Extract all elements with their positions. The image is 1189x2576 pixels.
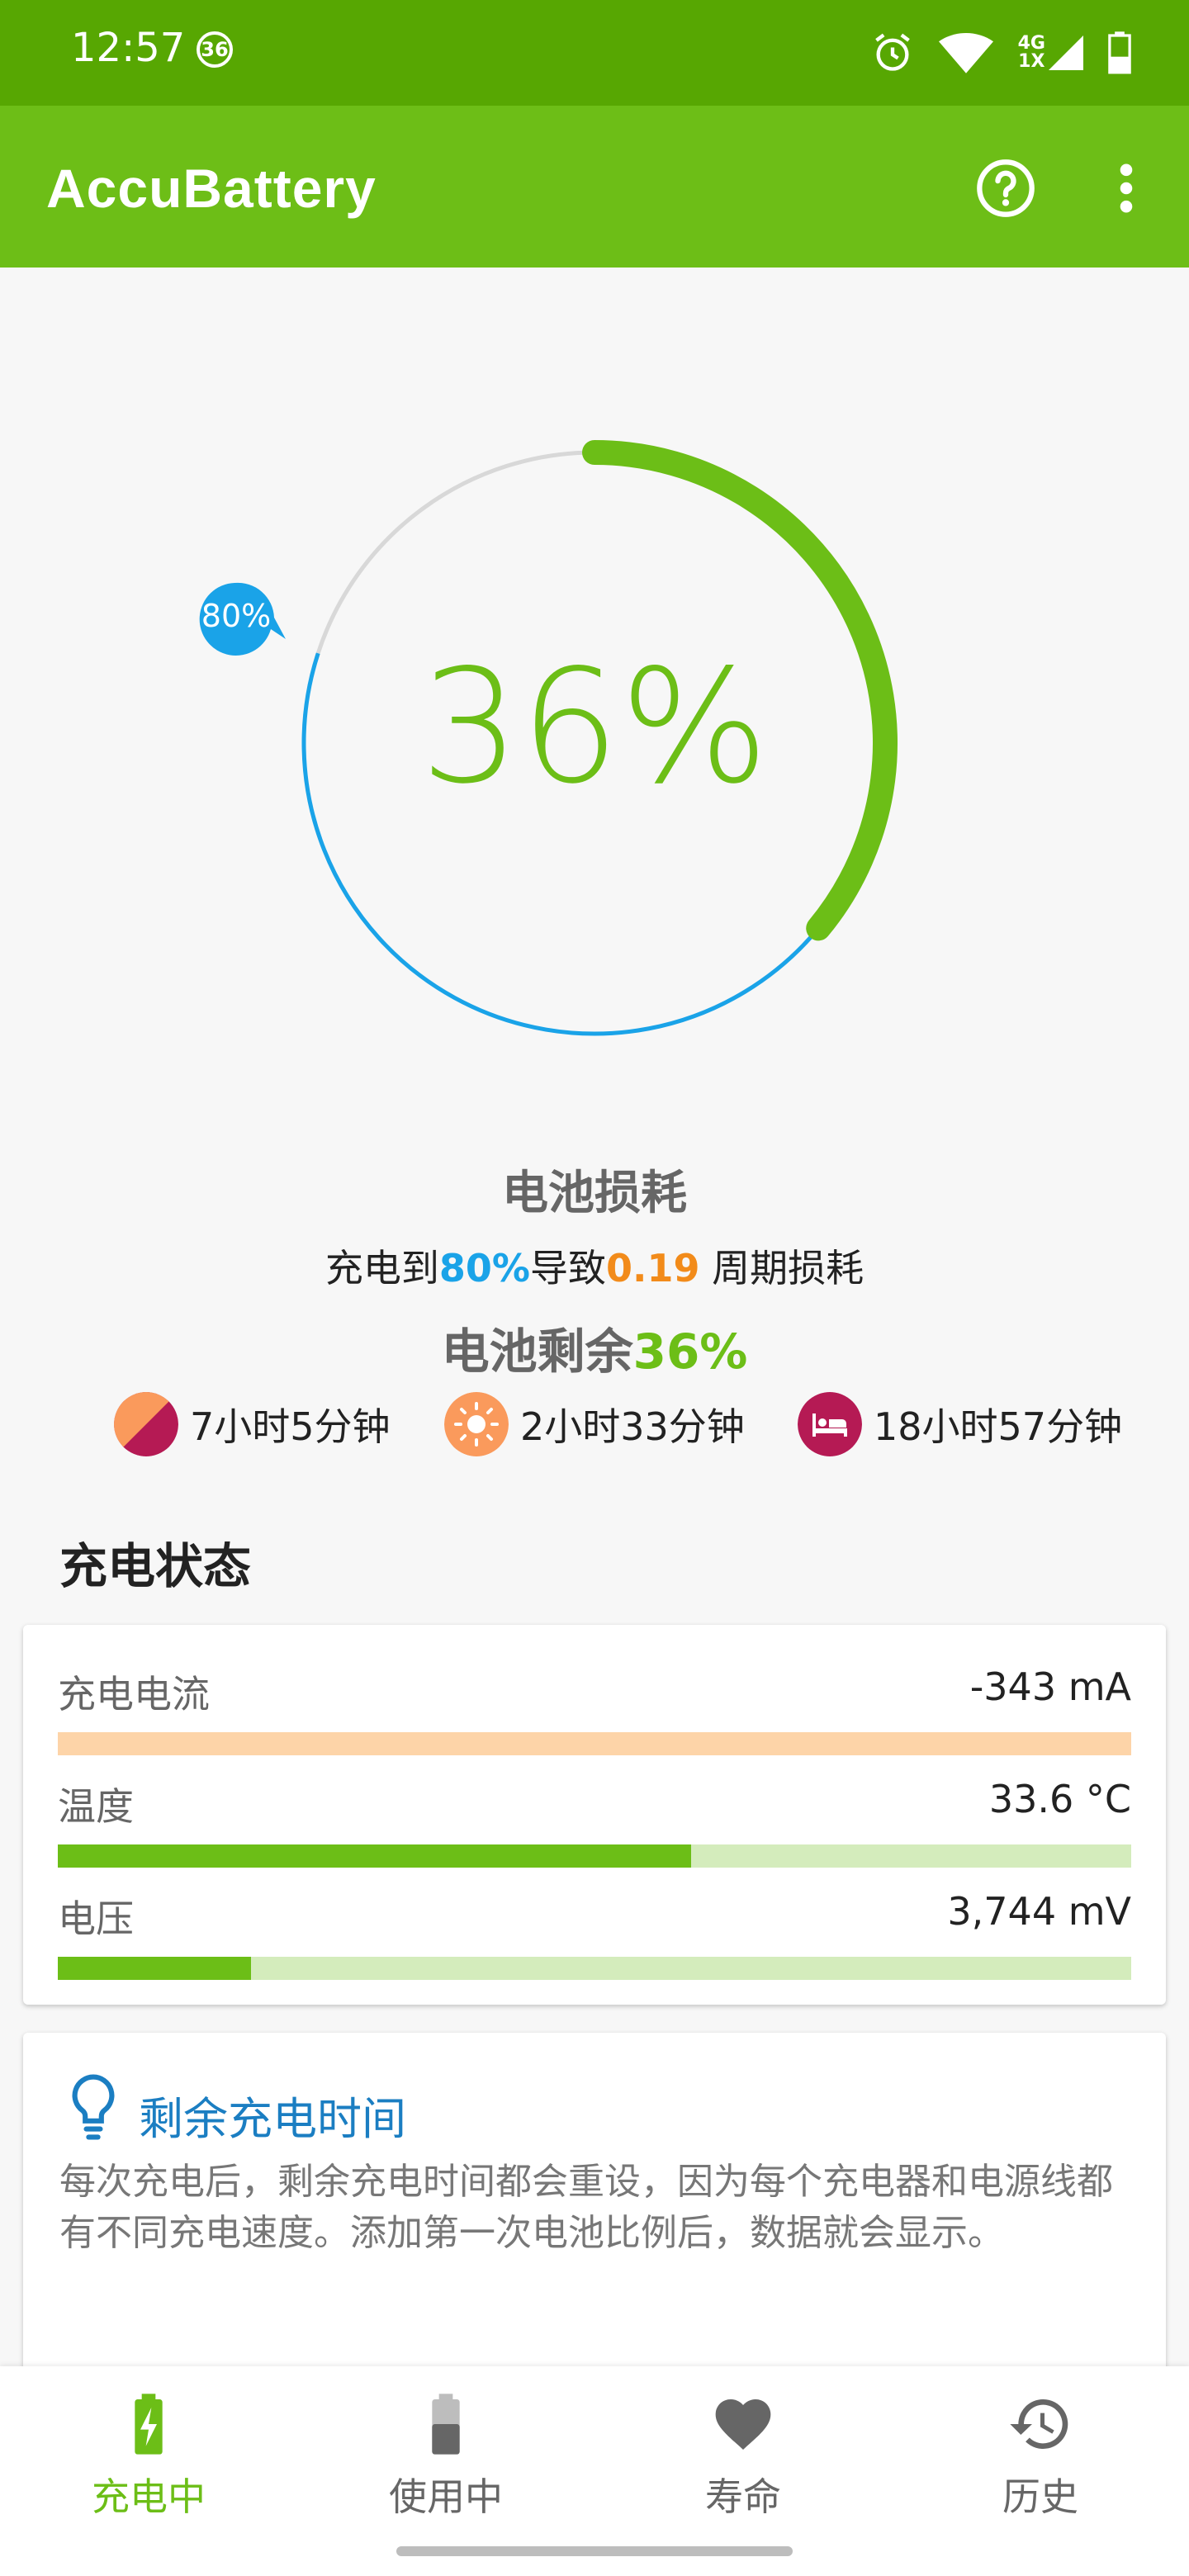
gauge-track-arc: [315, 450, 594, 655]
remaining-prefix: 电池剩余: [441, 1324, 633, 1380]
estimate-mixed[interactable]: 7小时5分钟: [114, 1392, 391, 1456]
battery-discharging-icon: [432, 2394, 460, 2455]
nav-discharging-label: 使用中: [389, 2474, 503, 2519]
tip-title: 剩余充电时间: [139, 2093, 406, 2145]
estimate-screen-on-label: 2小时33分钟: [520, 1404, 745, 1449]
app-title: AccuBattery: [46, 158, 377, 219]
status-time: 12:57: [71, 25, 186, 71]
sleep-bed-icon: [798, 1392, 862, 1456]
remaining-line: 电池剩余36%: [0, 1313, 1189, 1382]
charge-status-card: 充电电流 -343 mA 温度 33.6 °C 电压 3,744 mV: [23, 1625, 1166, 2005]
stat-row-temperature: 温度 33.6 °C: [58, 1777, 1131, 1876]
nav-charging-label: 充电中: [92, 2474, 206, 2519]
network-type-top: 4G: [1017, 33, 1045, 54]
network-type-bottom: 1X: [1018, 51, 1045, 72]
wear-desc-prefix: 充电到: [324, 1246, 439, 1290]
screen-on-icon: [444, 1392, 509, 1456]
screen-mixed-icon: [114, 1392, 178, 1456]
alarm-icon: [874, 33, 910, 71]
estimate-sleep[interactable]: 18小时57分钟: [798, 1392, 1122, 1456]
remaining-charge-time-card: 剩余充电时间 每次充电后，剩余充电时间都会重设，因为每个充电器和电源线都有不同充…: [23, 2033, 1166, 2379]
tip-text: 每次充电后，剩余充电时间都会重设，因为每个充电器和电源线都有不同充电速度。添加第…: [59, 2161, 1113, 2254]
stat-label-current: 充电电流: [58, 1672, 210, 1717]
remaining-percent: 36%: [632, 1324, 748, 1380]
wifi-icon: [938, 32, 993, 73]
stat-bar-temperature: [58, 1844, 1131, 1868]
battery-status-icon: [1108, 31, 1131, 74]
target-marker-label: 80%: [201, 598, 272, 634]
wear-target-value: 80%: [438, 1246, 530, 1290]
wear-description: 充电到80%导致0.19 周期损耗: [0, 1238, 1189, 1293]
estimates-row: 7小时5分钟 2小时33分钟 18小时57分钟: [0, 1392, 1189, 1461]
nav-discharging[interactable]: 使用中: [297, 2391, 594, 2522]
stat-bar-voltage: [58, 1957, 1131, 1980]
nav-history-label: 历史: [1002, 2474, 1078, 2519]
app-bar: AccuBattery: [0, 106, 1189, 268]
stat-bar-fill-temperature: [58, 1844, 691, 1868]
heart-icon: [715, 2399, 771, 2450]
stat-label-temperature: 温度: [58, 1784, 134, 1829]
history-icon: [1010, 2399, 1068, 2449]
nav-health[interactable]: 寿命: [594, 2391, 892, 2522]
bottom-navigation: 充电中 使用中 寿命 历史: [0, 2366, 1189, 2576]
stat-bar-current: [58, 1732, 1131, 1755]
estimate-sleep-label: 18小时57分钟: [874, 1404, 1123, 1449]
stat-label-voltage: 电压: [58, 1896, 134, 1941]
signal-icon: [1049, 36, 1083, 70]
more-vert-icon[interactable]: [1110, 157, 1143, 220]
stat-value-voltage: 3,744 mV: [947, 1889, 1131, 1934]
nav-charging[interactable]: 充电中: [0, 2391, 297, 2522]
charge-status-title: 充电状态: [59, 1538, 252, 1594]
wear-cycles-value: 0.19: [605, 1246, 700, 1290]
network-indicator: 4G 1X: [1018, 34, 1083, 72]
nav-history[interactable]: 历史: [892, 2391, 1189, 2522]
battery-charging-icon: [135, 2394, 163, 2455]
system-icons: 4G 1X: [871, 28, 1131, 78]
stat-row-voltage: 电压 3,744 mV: [58, 1889, 1131, 1988]
wear-title: 电池损耗: [502, 1167, 687, 1220]
lightbulb-icon: [72, 2074, 115, 2140]
stat-value-current: -343 mA: [969, 1664, 1131, 1709]
stat-value-temperature: 33.6 °C: [988, 1777, 1131, 1821]
notification-badge-icon: 36: [197, 31, 233, 68]
status-bar: 12:57 36 4G 1X: [0, 0, 1189, 106]
nav-health-label: 寿命: [705, 2474, 781, 2519]
stat-row-current: 充电电流 -343 mA: [58, 1664, 1131, 1764]
home-indicator[interactable]: [396, 2546, 793, 2556]
estimate-screen-on[interactable]: 2小时33分钟: [444, 1392, 745, 1456]
charge-percent: 36%: [419, 636, 770, 818]
wear-desc-suffix: 周期损耗: [699, 1246, 865, 1290]
wear-desc-mid: 导致: [529, 1246, 606, 1290]
stat-bar-fill-voltage: [58, 1957, 251, 1980]
estimate-mixed-label: 7小时5分钟: [190, 1404, 391, 1449]
help-circle-icon[interactable]: [974, 157, 1037, 220]
